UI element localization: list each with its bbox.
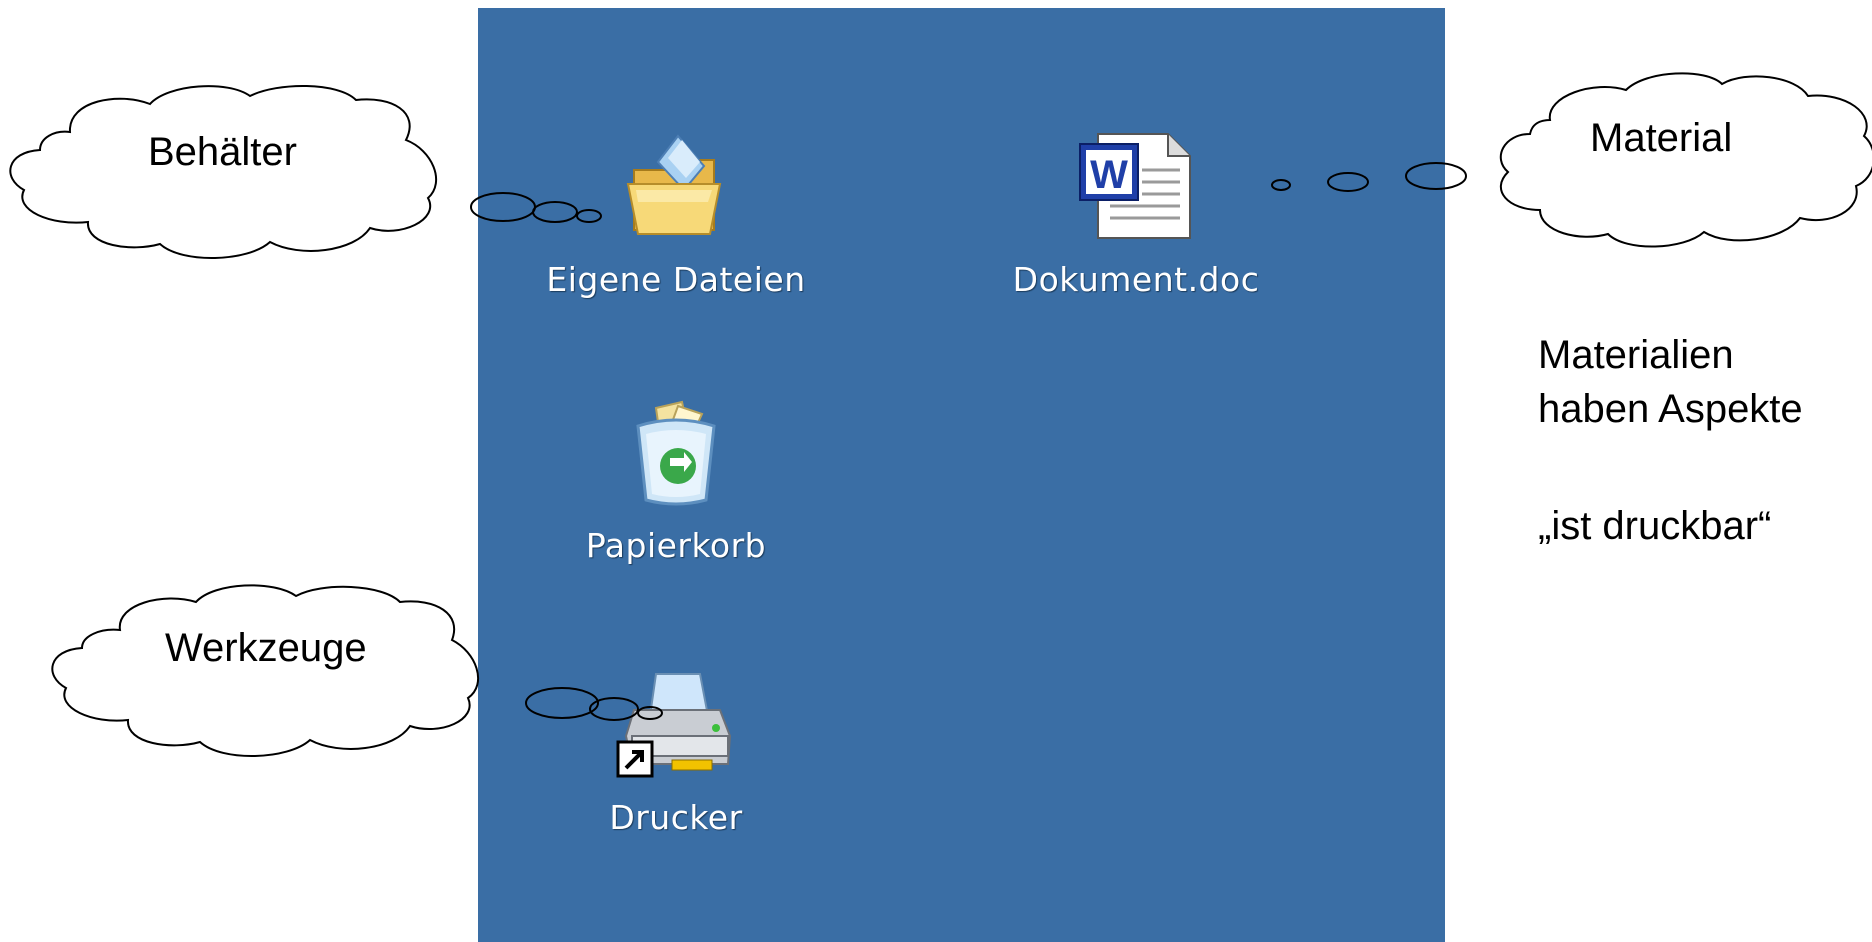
callout-container-text: Behälter bbox=[148, 130, 297, 174]
note-line-2: haben Aspekte bbox=[1538, 387, 1803, 431]
callout-material-text: Material bbox=[1590, 116, 1733, 160]
note-line-1: Materialien bbox=[1538, 333, 1734, 377]
note-line-3: „ist druckbar“ bbox=[1538, 504, 1772, 548]
callout-tools-text: Werkzeuge bbox=[165, 626, 367, 670]
